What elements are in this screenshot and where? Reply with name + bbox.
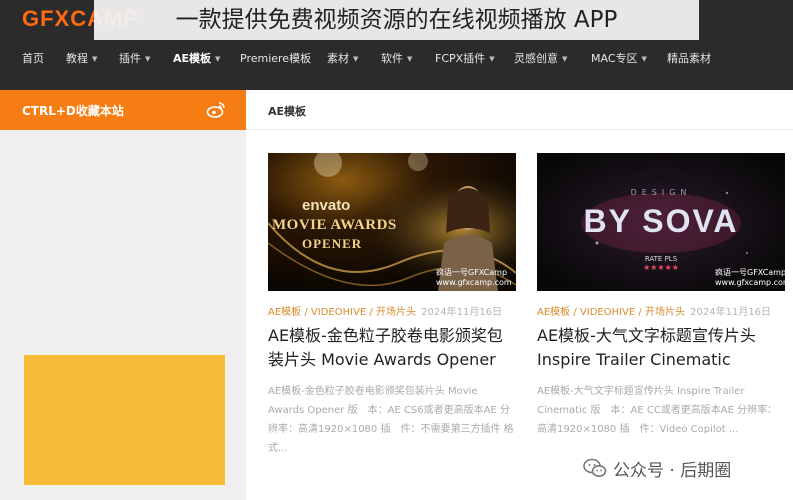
thumb-watermark: 疯语一号GFXCamp bbox=[715, 268, 785, 277]
chevron-down-icon: ▼ bbox=[562, 55, 568, 63]
nav-label: 插件 bbox=[119, 52, 141, 65]
tag-link[interactable]: VIDEOHIVE bbox=[580, 307, 635, 318]
article-excerpt: AE模板-大气文字标题宣传片头 Inspire Trailer Cinemati… bbox=[537, 386, 778, 435]
article-date: 2024年11月16日 bbox=[690, 307, 772, 318]
thumb-watermark-url: www.gfxcamp.com bbox=[715, 278, 785, 287]
article-card[interactable]: envato MOVIE AWARDS OPENER 疯语一号GFXCamp w… bbox=[268, 153, 524, 458]
bookmark-label: CTRL+D收藏本站 bbox=[22, 104, 124, 118]
caption-banner: 一款提供免费视频资源的在线视频播放 APP bbox=[94, 0, 699, 40]
nav-item-home[interactable]: 首页 bbox=[22, 50, 44, 90]
thumb-watermark: 疯语一号GFXCamp bbox=[436, 268, 508, 277]
nav-label: MAC专区 bbox=[591, 52, 638, 65]
chevron-down-icon: ▼ bbox=[489, 55, 495, 63]
article-excerpt: AE模板-金色粒子胶卷电影颁奖包装片头 Movie Awards Opener … bbox=[268, 386, 524, 454]
nav-label: 素材 bbox=[327, 52, 349, 65]
nav-item-premiere-templates[interactable]: Premiere模板 bbox=[240, 50, 311, 90]
tag-link[interactable]: 开场片头 bbox=[645, 307, 685, 318]
article-tags: AE模板 / VIDEOHIVE / 开场片头 2024年11月16日 bbox=[268, 307, 503, 318]
sidebar bbox=[0, 130, 246, 500]
thumb-brand: envato bbox=[302, 197, 351, 214]
chevron-down-icon: ▼ bbox=[145, 55, 151, 63]
nav-item-ae-templates[interactable]: AE模板 ▼ bbox=[173, 50, 220, 90]
thumb-title-2: OPENER bbox=[302, 236, 363, 251]
wechat-account-label: 公众号 · 后期圈 bbox=[613, 460, 732, 481]
nav-label: 教程 bbox=[66, 52, 88, 65]
thumb-title-1: MOVIE AWARDS bbox=[272, 217, 397, 233]
nav-label: 灵感创意 bbox=[514, 52, 558, 65]
tag-link[interactable]: AE模板 bbox=[537, 307, 570, 318]
section-header: AE模板 bbox=[246, 90, 793, 130]
nav-label: 软件 bbox=[381, 52, 403, 65]
chevron-down-icon: ▼ bbox=[641, 55, 647, 63]
section-title: AE模板 bbox=[268, 105, 307, 118]
chevron-down-icon: ▼ bbox=[215, 55, 221, 63]
wechat-icon bbox=[583, 458, 607, 477]
tag-link[interactable]: AE模板 bbox=[268, 307, 301, 318]
nav-item-software[interactable]: 软件 ▼ bbox=[381, 50, 412, 90]
nav-label: AE模板 bbox=[173, 52, 212, 65]
article-date: 2024年11月16日 bbox=[421, 307, 503, 318]
sidebar-ad-banner[interactable] bbox=[24, 355, 225, 485]
thumb-rate: RATE PLS bbox=[644, 255, 678, 263]
wechat-watermark: 公众号 · 后期圈 bbox=[583, 455, 731, 481]
thumb-title: BY SOVA bbox=[583, 203, 739, 239]
weibo-icon[interactable] bbox=[206, 100, 226, 120]
nav-item-fcpx-plugins[interactable]: FCPX插件 ▼ bbox=[435, 50, 495, 90]
nav-item-materials[interactable]: 素材 ▼ bbox=[327, 50, 358, 90]
tag-link[interactable]: VIDEOHIVE bbox=[311, 307, 366, 318]
nav-item-tutorials[interactable]: 教程 ▼ bbox=[66, 50, 97, 90]
sidebar-bookmark-bar: CTRL+D收藏本站 bbox=[0, 90, 246, 130]
nav-item-inspiration[interactable]: 灵感创意 ▼ bbox=[514, 50, 567, 90]
article-title[interactable]: AE模板-大气文字标题宣传片头 Inspire Trailer Cinemati… bbox=[537, 324, 785, 372]
chevron-down-icon: ▼ bbox=[92, 55, 98, 63]
main-nav: 首页 教程 ▼ 插件 ▼ AE模板 ▼ Premiere模板 素材 ▼ 软件 ▼ FCPX… bbox=[0, 50, 793, 90]
main-content: AE模板 envato MOVIE AWARDS OPENER 疯语一号GFXC… bbox=[246, 90, 793, 500]
nav-label: FCPX插件 bbox=[435, 52, 486, 65]
chevron-down-icon: ▼ bbox=[353, 55, 359, 63]
article-title[interactable]: AE模板-金色粒子胶卷电影颁奖包装片头 Movie Awards Opener bbox=[268, 324, 516, 372]
thumb-kicker: DESIGN bbox=[630, 188, 692, 197]
nav-label: 精品素材 bbox=[667, 52, 711, 65]
nav-item-plugins[interactable]: 插件 ▼ bbox=[119, 50, 150, 90]
nav-label: Premiere模板 bbox=[240, 52, 312, 65]
nav-item-premium-materials[interactable]: 精品素材 bbox=[667, 50, 711, 90]
thumb-watermark-url: www.gfxcamp.com bbox=[436, 278, 512, 287]
article-card[interactable]: DESIGN BY SOVA RATE PLS ★★★★★ 疯语一号GFXCam… bbox=[537, 153, 785, 439]
article-tags: AE模板 / VIDEOHIVE / 开场片头 2024年11月16日 bbox=[537, 307, 772, 318]
nav-label: 首页 bbox=[22, 52, 44, 65]
nav-item-mac[interactable]: MAC专区 ▼ bbox=[591, 50, 647, 90]
chevron-down-icon: ▼ bbox=[407, 55, 413, 63]
article-thumbnail[interactable]: envato MOVIE AWARDS OPENER 疯语一号GFXCamp w… bbox=[268, 153, 516, 291]
tag-link[interactable]: 开场片头 bbox=[376, 307, 416, 318]
article-thumbnail[interactable]: DESIGN BY SOVA RATE PLS ★★★★★ 疯语一号GFXCam… bbox=[537, 153, 785, 291]
